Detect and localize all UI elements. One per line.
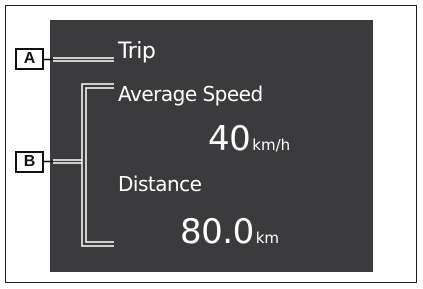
distance-value: 80.0 — [180, 212, 254, 252]
average-speed-value: 40 — [208, 119, 251, 159]
distance-readout: 80.0 km — [180, 212, 279, 252]
average-speed-label: Average Speed — [118, 82, 263, 106]
distance-unit: km — [255, 229, 280, 247]
trip-label: Trip — [118, 39, 156, 64]
average-speed-readout: 40 km/h — [208, 119, 290, 159]
callout-b-label: B — [15, 151, 44, 173]
callout-b-bracket — [53, 83, 114, 247]
callout-a-label: A — [15, 48, 44, 70]
average-speed-unit: km/h — [252, 136, 291, 154]
distance-label: Distance — [118, 172, 202, 196]
